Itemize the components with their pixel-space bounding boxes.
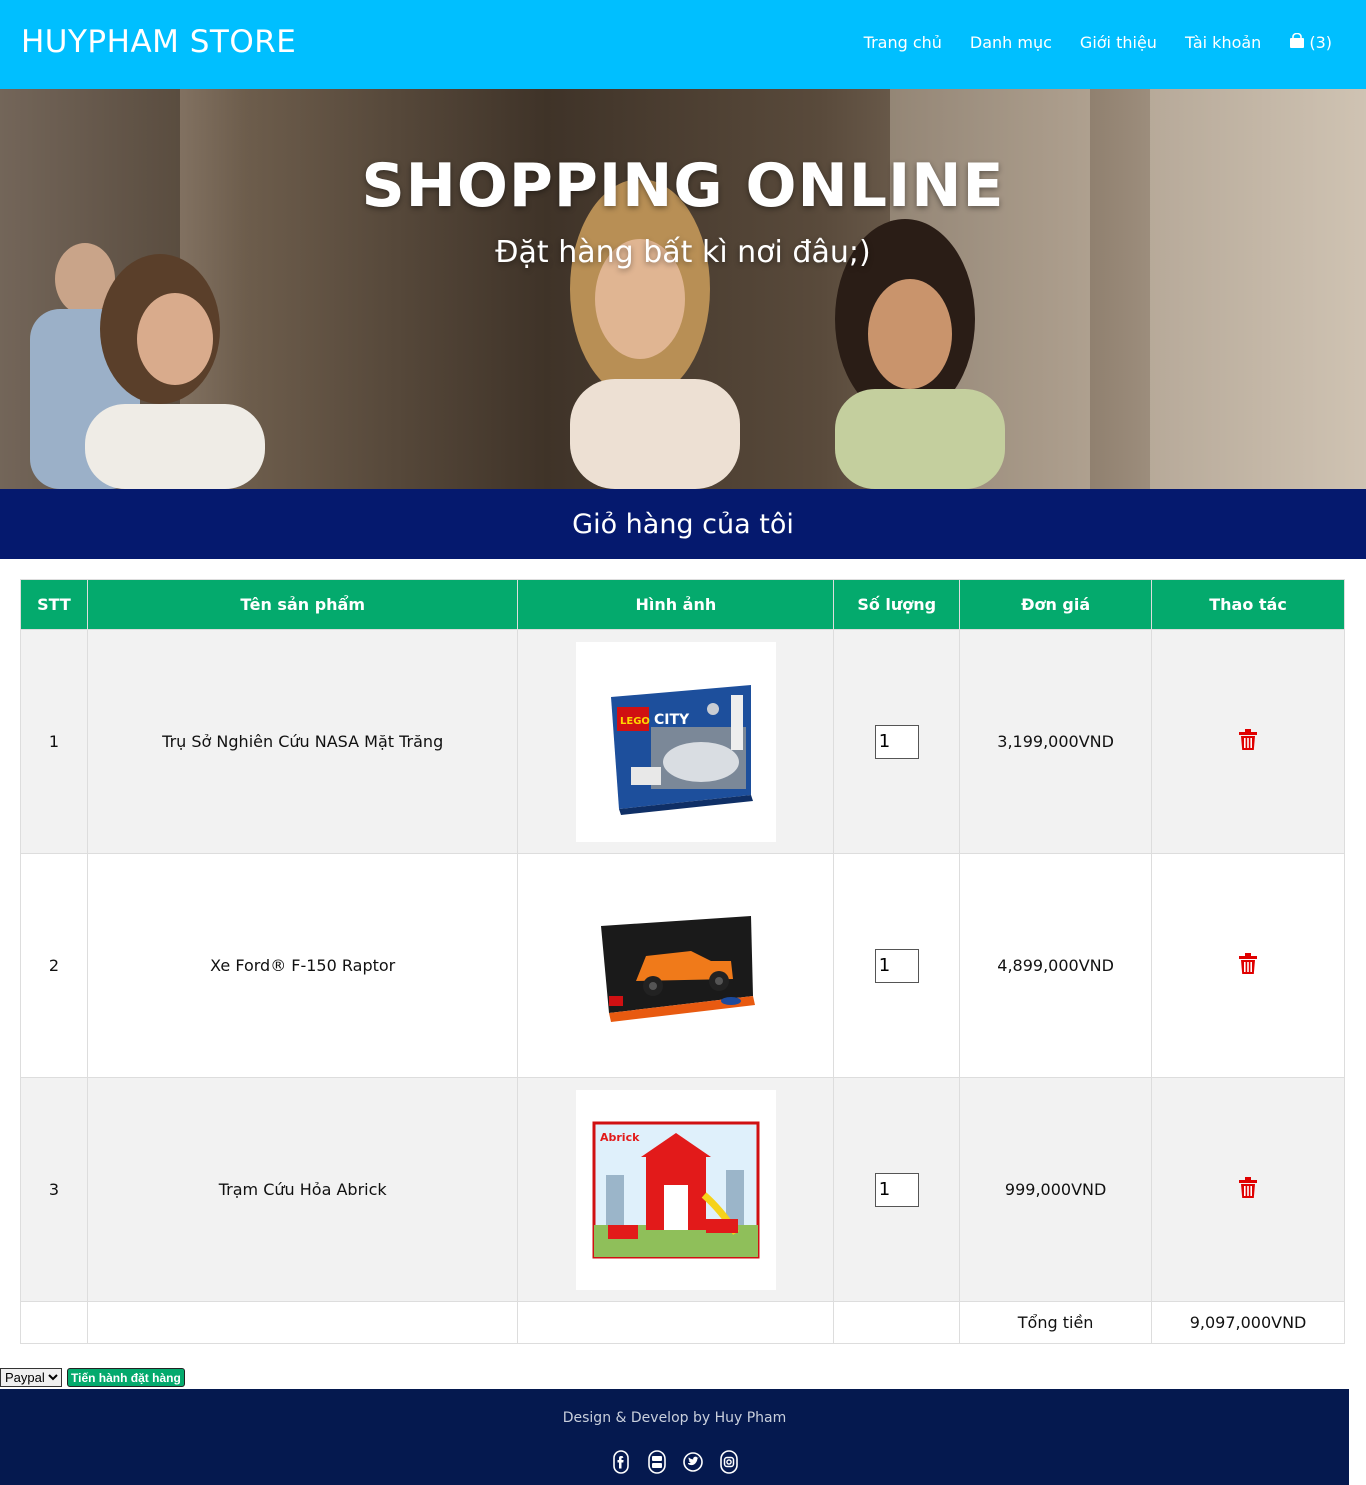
lego-technic-truck-box-icon: [575, 865, 776, 1066]
cart-count: (3): [1309, 33, 1332, 52]
nav-about[interactable]: Giới thiệu: [1080, 33, 1157, 52]
row-stt: 3: [20, 1077, 88, 1302]
quantity-input[interactable]: [874, 724, 919, 759]
nav-account[interactable]: Tài khoản: [1185, 33, 1261, 52]
instagram-icon[interactable]: [718, 1450, 740, 1474]
social-links: [0, 1450, 1349, 1474]
total-row: Tổng tiền 9,097,000VND: [20, 1301, 1345, 1344]
hero-subtitle: Đặt hàng bất kì nơi đâu;): [495, 235, 871, 270]
hero-title: SHOPPING ONLINE: [361, 151, 1005, 221]
delete-icon[interactable]: [1239, 952, 1258, 979]
facebook-icon[interactable]: [610, 1450, 632, 1474]
table-row: 2 Xe Ford® F-150 Raptor 1 4,899,000VND: [20, 853, 1345, 1078]
unit-price: 3,199,000VND: [959, 629, 1153, 854]
delete-icon[interactable]: [1239, 1176, 1258, 1203]
col-unit-price: Đơn giá: [959, 579, 1153, 630]
twitter-icon[interactable]: [682, 1450, 704, 1474]
footer-credit: Design & Develop by Huy Pham: [562, 1410, 787, 1426]
col-image: Hình ảnh: [517, 579, 835, 630]
total-label: Tổng tiền: [959, 1301, 1153, 1344]
cart-heading: Giỏ hàng của tôi: [572, 508, 794, 540]
abrick-fire-station-box-icon: Abrick: [575, 1089, 776, 1290]
row-stt: 1: [20, 629, 88, 854]
total-value: 9,097,000VND: [1151, 1301, 1345, 1344]
place-order-button[interactable]: Tiến hành đặt hàng: [67, 1368, 185, 1387]
payment-method-select[interactable]: Paypal: [0, 1368, 62, 1387]
table-row: 1 Trụ Sở Nghiên Cứu NASA Mặt Trăng LEGO …: [20, 629, 1345, 854]
col-actions: Thao tác: [1151, 579, 1345, 630]
youtube-icon[interactable]: [646, 1450, 668, 1474]
hero-banner: SHOPPING ONLINE Đặt hàng bất kì nơi đâu;…: [0, 89, 1366, 489]
col-quantity: Số lượng: [833, 579, 961, 630]
unit-price: 4,899,000VND: [959, 853, 1153, 1078]
top-navbar: HUYPHAM STORE Trang chủ Danh mục Giới th…: [0, 0, 1366, 89]
table-row: 3 Trạm Cứu Hỏa Abrick Abrick 1 999,000VN…: [20, 1077, 1345, 1302]
delete-icon[interactable]: [1239, 728, 1258, 755]
lego-city-box-icon: LEGO CITY: [575, 641, 776, 842]
nav-cart[interactable]: (3): [1289, 32, 1332, 52]
col-stt: STT: [20, 579, 88, 630]
checkout-controls: Paypal Tiến hành đặt hàng: [0, 1368, 185, 1387]
quantity-input[interactable]: [874, 1172, 919, 1207]
table-header-row: STT Tên sản phẩm Hình ảnh Số lượng Đơn g…: [20, 579, 1345, 630]
nav-home[interactable]: Trang chủ: [864, 33, 942, 52]
unit-price: 999,000VND: [959, 1077, 1153, 1302]
row-stt: 2: [20, 853, 88, 1078]
product-name: Trụ Sở Nghiên Cứu NASA Mặt Trăng: [86, 629, 519, 854]
nav-category[interactable]: Danh mục: [970, 33, 1052, 52]
main-nav: Trang chủ Danh mục Giới thiệu Tài khoản …: [836, 32, 1332, 52]
footer: Design & Develop by Huy Pham: [0, 1389, 1349, 1485]
svg-text:Abrick: Abrick: [600, 1131, 640, 1144]
svg-text:LEGO: LEGO: [620, 716, 650, 727]
col-product-name: Tên sản phẩm: [86, 579, 519, 630]
svg-text:CITY: CITY: [654, 712, 690, 728]
product-name: Xe Ford® F-150 Raptor: [86, 853, 519, 1078]
cart-table: STT Tên sản phẩm Hình ảnh Số lượng Đơn g…: [20, 579, 1345, 1344]
cart-heading-band: Giỏ hàng của tôi: [0, 489, 1366, 559]
quantity-input[interactable]: [874, 948, 919, 983]
product-name: Trạm Cứu Hỏa Abrick: [86, 1077, 519, 1302]
hero-photo: [0, 89, 1366, 489]
shopping-bag-icon: [1289, 32, 1305, 52]
brand-logo[interactable]: HUYPHAM STORE: [21, 24, 296, 60]
